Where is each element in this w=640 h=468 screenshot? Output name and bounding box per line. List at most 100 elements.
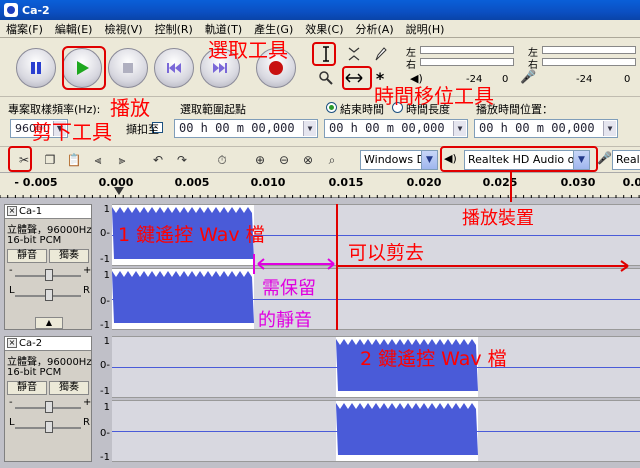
microphone-icon[interactable]: 🎤 (520, 70, 536, 85)
zoom-in-button[interactable]: ⊕ (250, 150, 270, 170)
ruler-label: 0.005 (174, 176, 210, 189)
close-icon[interactable]: × (7, 338, 17, 348)
rec-meter-tick-zero: 0 (624, 74, 631, 85)
solo-button[interactable]: 獨奏 (49, 249, 89, 263)
pause-button[interactable] (16, 48, 56, 88)
audio-host-value: Windows Di (364, 153, 429, 166)
silence-button[interactable]: ⫸ (112, 150, 132, 170)
rec-meter-tick-minus24: -24 (576, 74, 593, 85)
menu-analyze[interactable]: 分析(A) (350, 21, 400, 37)
scale-label: 0- (100, 428, 110, 439)
annotation-selection-tool: 選取工具 (208, 38, 288, 62)
fit-selection-button[interactable]: ⊗ (298, 150, 318, 170)
pan-left-label: L (9, 417, 15, 428)
scale-label: -1 (100, 254, 110, 265)
rate-label: 專案取樣頻率(Hz): (8, 103, 101, 116)
track-bitdepth: 16-bit PCM (7, 235, 62, 246)
annotation-clip1: 1 鍵遙控 Wav 檔 (118, 224, 265, 246)
gain-minus-label: - (9, 397, 13, 408)
ruler-label: 0.025 (482, 176, 518, 189)
pause-icon (31, 62, 41, 74)
close-icon[interactable]: × (7, 206, 17, 216)
ruler-ticks (0, 195, 640, 199)
recording-device-select[interactable]: Real (612, 150, 640, 170)
undo-button[interactable]: ↶ (148, 150, 168, 170)
skip-end-icon (213, 63, 227, 73)
mute-button[interactable]: 靜音 (7, 249, 47, 263)
timeline-ruler[interactable]: - 0.005 0.000 0.005 0.010 0.015 0.020 0.… (0, 172, 640, 199)
playhead-icon (114, 187, 124, 195)
collapse-track-button[interactable]: ▲ (35, 317, 63, 329)
gain-plus-label: + (83, 265, 92, 276)
pan-right-label: R (83, 285, 90, 296)
silence-icon: ⫸ (118, 152, 126, 167)
annotation-playback-device: 播放裝置 (462, 208, 534, 229)
track2-right-channel[interactable] (112, 400, 640, 462)
menu-control[interactable]: 控制(R) (149, 21, 199, 37)
scale-label: 1 (103, 402, 110, 413)
redo-button[interactable]: ↷ (172, 150, 192, 170)
menu-view[interactable]: 檢視(V) (98, 21, 148, 37)
track-name: Ca-2 (19, 338, 43, 349)
copy-button[interactable]: ❐ (40, 150, 60, 170)
meter-tick-zero: 0 (502, 74, 509, 85)
stop-icon (123, 63, 133, 73)
title-bar: Ca-2 (0, 0, 640, 20)
stop-button[interactable] (108, 48, 148, 88)
zoom-in-icon: ⊕ (254, 153, 266, 167)
ruler-label: - 0.005 (14, 176, 58, 189)
scale-label: -1 (100, 386, 110, 397)
snap-label: 擷扣至 (126, 123, 159, 136)
menu-edit[interactable]: 編輯(E) (49, 21, 99, 37)
trim-button[interactable]: ⫷ (88, 150, 108, 170)
gain-slider[interactable] (45, 401, 53, 413)
track-control-panel[interactable]: Ca-2 × 立體聲，96000Hz 16-bit PCM 靜音 獨奏 - + … (4, 336, 92, 462)
scale-label: -1 (100, 320, 110, 331)
envelope-tool[interactable] (344, 44, 364, 64)
menu-help[interactable]: 說明(H) (400, 21, 451, 37)
chevron-down-icon: ▼ (603, 121, 616, 136)
paste-button[interactable]: 📋 (64, 150, 84, 170)
draw-tool[interactable] (370, 44, 390, 64)
playback-device-highlight (440, 146, 598, 172)
sync-lock-button[interactable]: ⏱ (212, 150, 232, 170)
gain-slider[interactable] (45, 269, 53, 281)
playback-meter-left (420, 46, 514, 54)
gain-minus-label: - (9, 265, 13, 276)
solo-button[interactable]: 獨奏 (49, 381, 89, 395)
skip-start-button[interactable] (154, 48, 194, 88)
selection-start-time[interactable]: 00 h 00 m 00,000 s ▼ (174, 119, 318, 138)
menu-file[interactable]: 檔案(F) (0, 21, 49, 37)
track-name-menu[interactable]: Ca-2 (5, 337, 91, 351)
mute-button[interactable]: 靜音 (7, 381, 47, 395)
zoom-out-button[interactable]: ⊖ (274, 150, 294, 170)
chevron-down-icon: ▼ (421, 151, 437, 169)
zoom-tool[interactable] (316, 68, 336, 88)
track-name: Ca-1 (19, 206, 43, 217)
magnifier-icon (319, 71, 333, 85)
pan-slider[interactable] (45, 421, 53, 433)
track-control-panel[interactable]: Ca-1 × 立體聲，96000Hz 16-bit PCM 靜音 獨奏 - + … (4, 204, 92, 330)
audio-host-select[interactable]: Windows Di ▼ (360, 150, 438, 170)
track1-right-channel[interactable] (112, 268, 640, 330)
chevron-down-icon: ▼ (303, 121, 316, 136)
ruler-label: 0.030 (560, 176, 596, 189)
annotation-play: 播放 (110, 96, 150, 120)
ruler-label: 0.010 (250, 176, 286, 189)
scale-label: 1 (103, 270, 110, 281)
microphone-icon: 🎤 (597, 151, 612, 165)
menu-effect[interactable]: 效果(C) (299, 21, 349, 37)
scale-label: 0- (100, 296, 110, 307)
copy-icon: ❐ (44, 153, 56, 167)
ruler-label: 0.035 (622, 176, 640, 189)
audio-position-value: 00 h 00 m 00,000 s (479, 121, 610, 135)
selection-end-time[interactable]: 00 h 00 m 00,000 s ▼ (324, 119, 468, 138)
track-name-menu[interactable]: Ca-1 (5, 205, 91, 219)
track-format: 立體聲，96000Hz (7, 357, 92, 368)
pan-slider[interactable] (45, 289, 53, 301)
end-time-radio[interactable] (326, 102, 337, 113)
scale-label: 1 (103, 336, 110, 347)
fit-project-button[interactable]: ⌕ (322, 150, 342, 170)
timer-icon: ⏱ (217, 152, 227, 167)
audio-position-time[interactable]: 00 h 00 m 00,000 s ▼ (474, 119, 618, 138)
